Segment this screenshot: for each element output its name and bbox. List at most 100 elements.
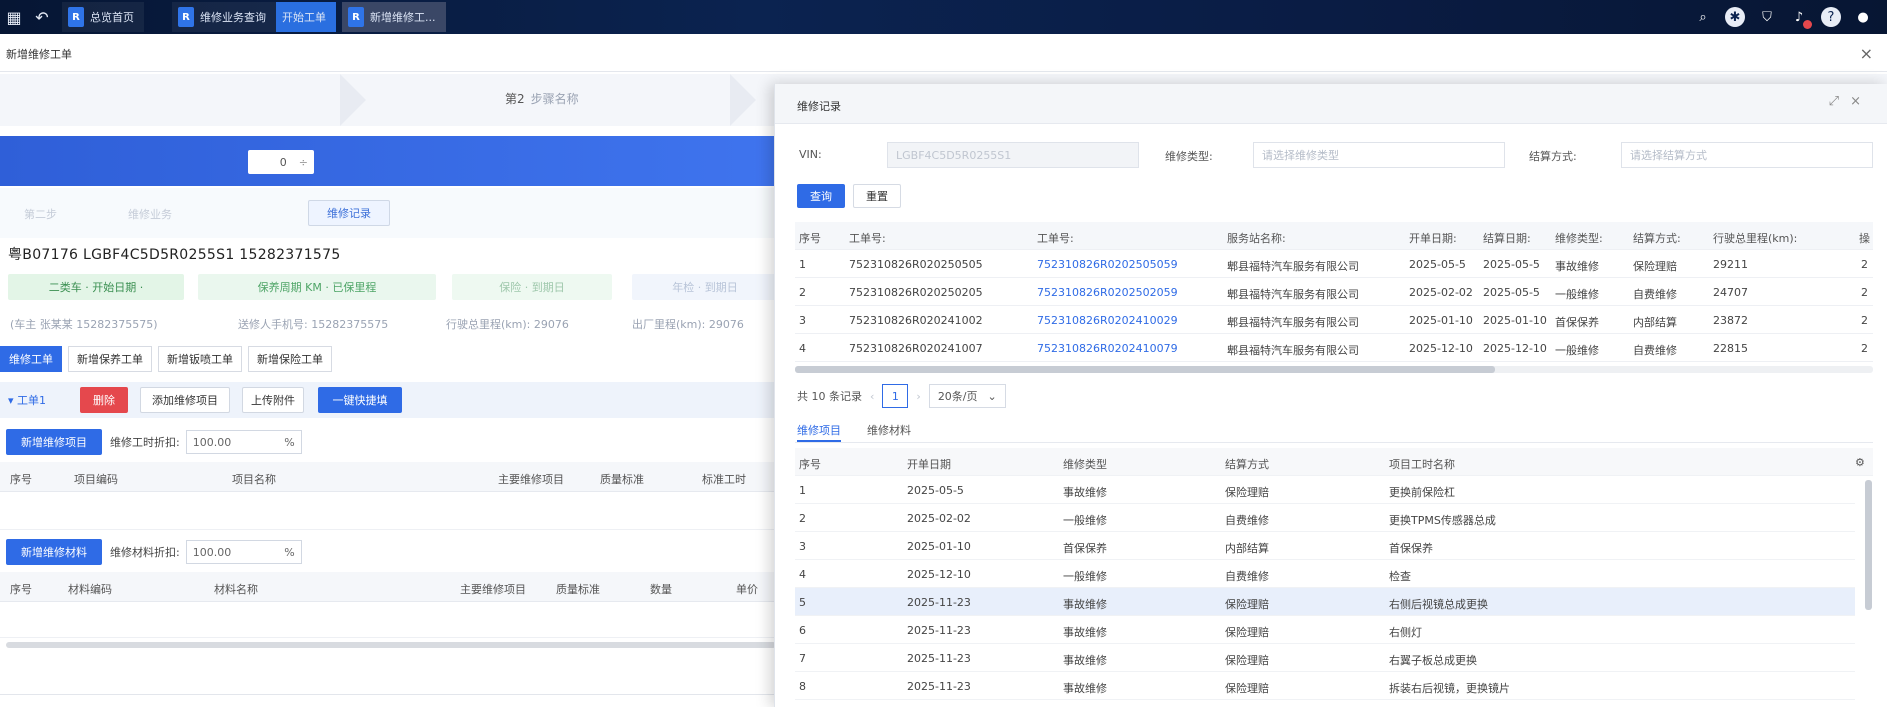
- taskbar-tools: ⌕ ✱ ⛉ ♪ ? ●: [1693, 0, 1873, 34]
- band-number-input[interactable]: 0 ÷: [248, 150, 314, 174]
- tab-new-maintenance[interactable]: 新增保养工单: [68, 346, 152, 372]
- horizontal-scrollbar[interactable]: [6, 642, 776, 648]
- pager-current-page[interactable]: 1: [882, 384, 909, 408]
- taskbar-tab-start[interactable]: 开始工单: [276, 2, 336, 32]
- table-row[interactable]: 4 2025-12-10 一般维修 自费维修 检查: [795, 560, 1855, 588]
- add-project-button[interactable]: 添加维修项目: [140, 387, 230, 413]
- cell-settle-date: 2025-01-10: [1483, 314, 1547, 327]
- cell-index: 8: [799, 680, 806, 693]
- bell-icon[interactable]: ♪: [1789, 7, 1812, 29]
- shield-icon[interactable]: ⛉: [1757, 7, 1777, 27]
- col-action: 操: [1859, 232, 1870, 245]
- history-button[interactable]: 维修记录: [308, 200, 390, 226]
- detail-vertical-scrollbar[interactable]: [1865, 480, 1872, 610]
- band-value: 0: [279, 155, 287, 169]
- cell-settle-date: 2025-05-5: [1483, 286, 1540, 299]
- cell-settlement: 保险理赔: [1225, 486, 1269, 499]
- taskbar-tab-new-order[interactable]: R 新增维修工...: [342, 2, 446, 32]
- cell-open-date: 2025-11-23: [907, 596, 971, 609]
- table-row[interactable]: 2 752310826R020250205 752310826R02025020…: [795, 278, 1873, 306]
- cell-index: 1: [799, 258, 806, 271]
- dialog-close-icon[interactable]: ×: [1850, 94, 1861, 109]
- order-section-toggle[interactable]: ▾ 工单1: [8, 392, 46, 408]
- cell-open-date: 2025-02-02: [1409, 286, 1473, 299]
- table-row[interactable]: 8 2025-11-23 事故维修 保险理赔 拆装右后视镜，更换镜片: [795, 672, 1855, 700]
- cell-open-date: 2025-12-10: [907, 568, 971, 581]
- faint-business-text: 维修业务: [128, 208, 172, 221]
- window-close-button[interactable]: ×: [1860, 44, 1873, 63]
- delete-button[interactable]: 删除: [80, 387, 128, 413]
- settlement-select[interactable]: 请选择结算方式: [1621, 142, 1873, 168]
- gear-icon[interactable]: ⚙: [1855, 456, 1865, 469]
- table-row[interactable]: 1 752310826R020250505 752310826R02025050…: [795, 250, 1873, 278]
- table-row[interactable]: 4 752310826R020241007 752310826R02024100…: [795, 334, 1873, 362]
- cell-repair-type: 首保保养: [1555, 316, 1599, 329]
- cell-action: 2: [1861, 314, 1868, 327]
- cell-settlement: 保险理赔: [1225, 598, 1269, 611]
- cell-open-date: 2025-11-23: [907, 652, 971, 665]
- step-label: 第2 步骤名称: [505, 90, 579, 107]
- table-row-selected[interactable]: 5 2025-11-23 事故维修 保险理赔 右侧后视镜总成更换: [795, 588, 1855, 616]
- search-icon[interactable]: ⌕: [1693, 7, 1713, 27]
- cell-order-link[interactable]: 752310826R0202502059: [1037, 286, 1219, 299]
- taskbar-tab-query[interactable]: R 维修业务查询: [172, 2, 276, 32]
- maximize-icon[interactable]: ⤢: [1829, 94, 1839, 109]
- cell-order-link[interactable]: 752310826R0202505059: [1037, 258, 1219, 271]
- cell-repair-type: 首保保养: [1063, 542, 1107, 555]
- cell-index: 7: [799, 652, 806, 665]
- col-index: 序号: [10, 583, 32, 596]
- pagination: 共 10 条记录 ‹ 1 › 20条/页 ⌄: [797, 384, 1006, 408]
- cell-open-date: 2025-02-02: [907, 512, 971, 525]
- cell-settle-date: 2025-12-10: [1483, 342, 1547, 355]
- tab-repair-order[interactable]: 维修工单: [0, 346, 62, 372]
- cell-order-link[interactable]: 752310826R0202410079: [1037, 342, 1219, 355]
- repair-type-select[interactable]: 请选择维修类型: [1253, 142, 1505, 168]
- cell-order-link[interactable]: 752310826R0202410029: [1037, 314, 1219, 327]
- labor-discount-label: 维修工时折扣:: [110, 436, 180, 449]
- material-discount-label: 维修材料折扣:: [110, 546, 180, 559]
- back-icon[interactable]: ↶: [28, 0, 56, 34]
- table-row[interactable]: 3 2025-01-10 首保保养 内部结算 首保保养: [795, 532, 1855, 560]
- add-material-button[interactable]: 新增维修材料: [6, 539, 102, 565]
- percent-sign: %: [284, 435, 295, 449]
- pager-prev-icon[interactable]: ‹: [870, 390, 874, 403]
- tab-new-bodywork[interactable]: 新增钣喷工单: [158, 346, 242, 372]
- material-discount-field: 维修材料折扣: 100.00 %: [110, 540, 302, 564]
- taskbar-tab-home[interactable]: R 总览首页: [62, 2, 144, 32]
- cell-settle-date: 2025-05-5: [1483, 258, 1540, 271]
- cell-repair-type: 事故维修: [1063, 654, 1107, 667]
- table-row[interactable]: 3 752310826R020241002 752310826R02024100…: [795, 306, 1873, 334]
- cell-labor-name: 更换前保险杠: [1389, 486, 1455, 499]
- tab-repair-items[interactable]: 维修项目: [797, 414, 841, 442]
- pager-next-icon[interactable]: ›: [916, 390, 920, 403]
- table-row[interactable]: 6 2025-11-23 事故维修 保险理赔 右侧灯: [795, 616, 1855, 644]
- page-size-select[interactable]: 20条/页 ⌄: [928, 384, 1006, 408]
- taskbar-tab-label: 新增维修工...: [370, 11, 436, 24]
- table-row[interactable]: 2 2025-02-02 一般维修 自费维修 更换TPMS传感器总成: [795, 504, 1855, 532]
- factory-mileage: 出厂里程(km): 29076: [632, 318, 744, 331]
- tab-new-insurance[interactable]: 新增保险工单: [248, 346, 332, 372]
- upload-attachment-button[interactable]: 上传附件: [242, 387, 304, 413]
- cell-action: 2: [1861, 286, 1868, 299]
- vin-input[interactable]: LGBF4C5D5R0255S1: [887, 142, 1139, 168]
- material-discount-input[interactable]: 100.00 %: [185, 540, 302, 564]
- help-icon[interactable]: ?: [1821, 7, 1841, 27]
- materials-table-body: [0, 602, 780, 638]
- search-button[interactable]: 查询: [797, 184, 845, 208]
- one-click-fill-button[interactable]: 一键快捷填: [318, 387, 402, 413]
- tab-repair-materials[interactable]: 维修材料: [867, 414, 911, 442]
- grid-icon[interactable]: ▦: [0, 0, 28, 34]
- table-row[interactable]: 7 2025-11-23 事故维修 保险理赔 右翼子板总成更换: [795, 644, 1855, 672]
- col-main-item: 主要维修项目: [460, 583, 526, 596]
- add-repair-item-button[interactable]: 新增维修项目: [6, 429, 102, 455]
- user-icon[interactable]: ●: [1853, 7, 1873, 27]
- cell-station: 郫县福特汽车服务有限公司: [1227, 316, 1359, 329]
- chip-inspection: 年检 · 到期日: [632, 274, 778, 300]
- settings-icon[interactable]: ✱: [1725, 7, 1745, 27]
- reset-button[interactable]: 重置: [853, 184, 901, 208]
- labor-discount-input[interactable]: 100.00 %: [185, 430, 302, 454]
- cell-index: 4: [799, 342, 806, 355]
- history-horizontal-scroll-thumb[interactable]: [795, 366, 1495, 373]
- tab-divider: [795, 442, 1873, 443]
- table-row[interactable]: 1 2025-05-5 事故维修 保险理赔 更换前保险杠: [795, 476, 1855, 504]
